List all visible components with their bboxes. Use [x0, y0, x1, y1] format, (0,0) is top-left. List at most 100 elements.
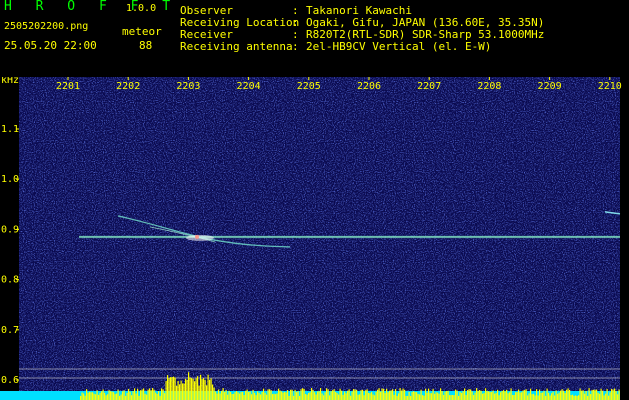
activity-bar-segment — [461, 392, 463, 400]
activity-bar-segment — [389, 390, 391, 400]
activity-bar-segment — [198, 385, 200, 400]
activity-bar-segment — [449, 395, 451, 400]
activity-bar-segment — [275, 394, 277, 400]
activity-bar-segment — [323, 395, 325, 400]
activity-bar-segment — [350, 395, 352, 400]
activity-bar-segment — [231, 394, 233, 400]
activity-bar-segment — [131, 395, 133, 400]
activity-bar-segment — [618, 389, 620, 400]
activity-bar-segment — [276, 393, 278, 400]
activity-bar-segment — [185, 379, 187, 400]
activity-bar-segment — [278, 388, 280, 400]
activity-bar-segment — [540, 392, 542, 400]
activity-bar-segment — [83, 393, 85, 400]
activity-bar-segment — [351, 391, 353, 400]
activity-bar-segment — [564, 393, 566, 400]
activity-bar-segment — [281, 391, 283, 400]
activity-bar-segment — [311, 388, 313, 400]
activity-bar-segment — [174, 377, 176, 400]
activity-bar-segment — [246, 389, 248, 400]
activity-bar-segment — [362, 389, 364, 400]
activity-bar-segment — [192, 378, 194, 400]
activity-bar-segment — [575, 395, 577, 400]
activity-bar-segment — [215, 391, 217, 400]
activity-bar-segment — [524, 390, 526, 400]
activity-bar-segment — [125, 395, 127, 400]
activity-bar-segment — [425, 388, 427, 400]
activity-bar-segment — [165, 380, 167, 400]
activity-bar-segment — [498, 395, 500, 400]
activity-bar-segment — [488, 391, 490, 400]
activity-bar-segment — [158, 391, 160, 400]
activity-bar-segment — [602, 390, 604, 400]
x-tick-label: 2210 — [598, 81, 622, 92]
activity-bar-segment — [414, 391, 416, 400]
activity-bar-segment — [87, 392, 89, 400]
activity-bar-segment — [483, 393, 485, 400]
activity-bar-segment — [395, 389, 397, 400]
activity-bar-segment — [422, 395, 424, 400]
activity-bar-segment — [170, 377, 172, 400]
detection-label: meteor — [122, 25, 162, 38]
activity-bar-segment — [344, 391, 346, 400]
activity-bar-segment — [428, 388, 430, 400]
meteor-core — [195, 234, 199, 239]
activity-bar-segment — [119, 395, 121, 400]
activity-bar-segment — [605, 393, 607, 400]
activity-bar-segment — [408, 391, 410, 400]
x-tick-label: 2208 — [477, 81, 501, 92]
activity-bar-segment — [140, 390, 142, 400]
activity-bar-segment — [542, 392, 544, 400]
activity-bar-segment — [230, 392, 232, 400]
activity-bar-segment — [447, 390, 449, 400]
activity-bar-segment — [287, 390, 289, 400]
activity-bar-segment — [126, 392, 128, 400]
activity-bar-segment — [84, 395, 86, 400]
activity-bar-segment — [99, 392, 101, 400]
activity-bar-segment — [305, 394, 307, 400]
activity-bar-segment — [612, 389, 614, 400]
activity-bar-segment — [353, 389, 355, 400]
activity-bar-segment — [326, 388, 328, 400]
activity-bar-segment — [471, 391, 473, 400]
activity-bar-segment — [233, 393, 235, 400]
activity-bar-segment — [380, 391, 382, 400]
activity-bar-segment — [375, 391, 377, 400]
activity-bar-segment — [264, 392, 266, 400]
activity-bar-segment — [219, 393, 221, 400]
activity-bar-segment — [603, 395, 605, 400]
activity-bar-segment — [206, 385, 208, 400]
activity-bar-segment — [582, 390, 584, 400]
activity-bar-segment — [476, 388, 478, 400]
activity-bar-segment — [588, 388, 590, 400]
activity-bar-segment — [117, 389, 119, 400]
activity-bar-segment — [587, 395, 589, 400]
activity-bar-segment — [384, 393, 386, 400]
activity-bar-segment — [446, 391, 448, 400]
activity-bar-segment — [180, 380, 182, 400]
activity-bar-segment — [335, 392, 337, 400]
activity-bar-segment — [459, 391, 461, 400]
activity-bar-segment — [251, 394, 253, 400]
activity-bar-segment — [594, 389, 596, 400]
antenna-label: Receiving antenna — [180, 40, 293, 53]
activity-bar-segment — [360, 390, 362, 400]
activity-bar-segment — [120, 394, 122, 400]
activity-bar-segment — [209, 379, 211, 400]
activity-bar-segment — [551, 393, 553, 400]
activity-bar-segment — [324, 392, 326, 400]
activity-bar-segment — [147, 389, 149, 400]
activity-bar-segment — [465, 395, 467, 400]
activity-bar-segment — [225, 389, 227, 400]
activity-bar-segment — [485, 388, 487, 400]
activity-bar-segment — [155, 392, 157, 400]
activity-bar-segment — [242, 391, 244, 400]
activity-bar-segment — [519, 392, 521, 400]
activity-bar-segment — [420, 389, 422, 400]
antenna-value: 2el-HB9CV Vertical (el. E-W) — [306, 40, 492, 53]
activity-bar-segment — [176, 385, 178, 400]
activity-bar-segment — [315, 394, 317, 400]
activity-bar-segment — [108, 390, 110, 400]
x-tick-label: 2205 — [297, 81, 321, 92]
activity-bar-segment — [518, 389, 520, 400]
